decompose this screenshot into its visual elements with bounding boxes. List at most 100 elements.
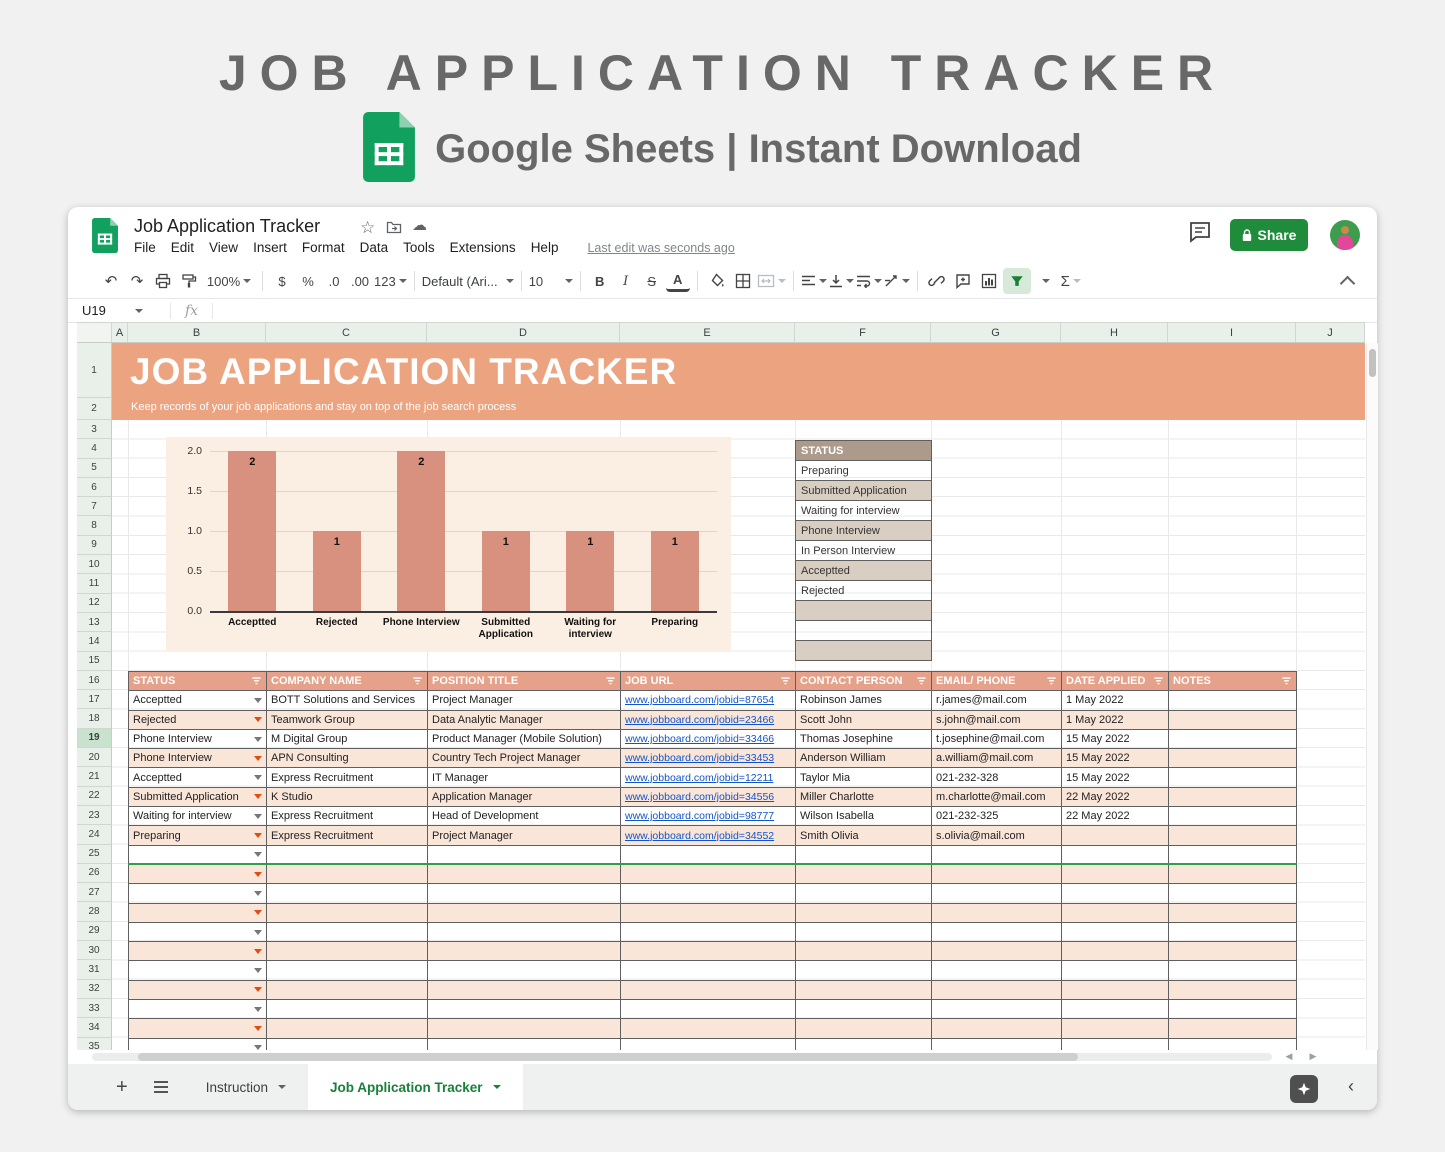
zoom-select[interactable]: 100% xyxy=(203,268,255,294)
table-cell[interactable] xyxy=(428,922,621,941)
menu-file[interactable]: File xyxy=(134,240,156,255)
horizontal-scrollbar[interactable]: ◀ ▶ xyxy=(68,1050,1377,1064)
italic-button[interactable]: I xyxy=(614,268,638,294)
menu-insert[interactable]: Insert xyxy=(253,240,287,255)
table-cell[interactable] xyxy=(129,884,267,903)
table-cell[interactable]: Smith Olivia xyxy=(796,826,932,845)
column-header-J[interactable]: J xyxy=(1296,322,1365,343)
table-cell[interactable] xyxy=(1062,980,1169,999)
table-cell[interactable] xyxy=(428,884,621,903)
job-url-link[interactable]: www.jobboard.com/jobid=33466 xyxy=(621,729,796,748)
name-box[interactable]: U19 xyxy=(68,303,170,318)
table-cell[interactable]: M Digital Group xyxy=(267,729,428,748)
table-cell[interactable] xyxy=(1062,884,1169,903)
column-header-G[interactable]: G xyxy=(931,322,1061,343)
table-column-header[interactable]: COMPANY NAME xyxy=(267,672,428,691)
row-header-32[interactable]: 32 xyxy=(77,980,112,999)
table-cell[interactable] xyxy=(1062,845,1169,864)
row-header-7[interactable]: 7 xyxy=(77,497,112,516)
table-cell[interactable]: 021-232-325 xyxy=(932,807,1062,826)
row-header-22[interactable]: 22 xyxy=(77,787,112,806)
row-header-16[interactable]: 16 xyxy=(77,671,112,690)
status-dropdown-icon[interactable] xyxy=(254,987,262,992)
column-header-E[interactable]: E xyxy=(620,322,795,343)
row-header-31[interactable]: 31 xyxy=(77,960,112,979)
table-cell[interactable] xyxy=(1062,864,1169,883)
table-cell[interactable] xyxy=(932,980,1062,999)
job-url-link[interactable]: www.jobboard.com/jobid=34556 xyxy=(621,787,796,806)
increase-decimal-button[interactable]: .00 xyxy=(348,268,372,294)
table-cell[interactable]: Preparing xyxy=(129,826,267,845)
text-wrap-icon[interactable] xyxy=(856,268,882,294)
scroll-right-icon[interactable]: ▶ xyxy=(1304,1051,1322,1063)
status-dropdown-icon[interactable] xyxy=(254,891,262,896)
table-cell[interactable] xyxy=(267,961,428,980)
legend-cell[interactable]: Preparing xyxy=(796,461,932,481)
table-cell[interactable] xyxy=(621,922,796,941)
status-dropdown-icon[interactable] xyxy=(254,968,262,973)
row-header-1[interactable]: 1 xyxy=(77,343,112,398)
table-cell[interactable]: Project Manager xyxy=(428,826,621,845)
table-cell[interactable]: Project Manager xyxy=(428,691,621,710)
table-cell[interactable] xyxy=(1169,729,1297,748)
document-title[interactable]: Job Application Tracker xyxy=(134,216,320,237)
table-cell[interactable] xyxy=(621,980,796,999)
table-cell[interactable]: Country Tech Project Manager xyxy=(428,749,621,768)
row-header-9[interactable]: 9 xyxy=(77,536,112,555)
table-cell[interactable]: Taylor Mia xyxy=(796,768,932,787)
table-cell[interactable] xyxy=(267,845,428,864)
number-format-select[interactable]: 123 xyxy=(374,268,407,294)
status-dropdown-icon[interactable] xyxy=(254,872,262,877)
sheet-tab-job-application-tracker[interactable]: Job Application Tracker xyxy=(308,1064,523,1110)
table-cell[interactable]: Teamwork Group xyxy=(267,710,428,729)
table-cell[interactable] xyxy=(1169,942,1297,961)
table-cell[interactable]: Acceptted xyxy=(129,768,267,787)
table-cell[interactable]: Express Recruitment xyxy=(267,826,428,845)
table-cell[interactable] xyxy=(796,942,932,961)
table-cell[interactable] xyxy=(1062,1038,1169,1050)
status-dropdown-icon[interactable] xyxy=(254,949,262,954)
table-cell[interactable]: 15 May 2022 xyxy=(1062,749,1169,768)
sheet-canvas[interactable]: JOB APPLICATION TRACKER Keep records of … xyxy=(112,343,1365,1050)
font-size-select[interactable]: 10 xyxy=(529,268,573,294)
sheets-logo-icon[interactable] xyxy=(92,218,118,258)
table-cell[interactable]: BOTT Solutions and Services xyxy=(267,691,428,710)
table-cell[interactable]: Thomas Josephine xyxy=(796,729,932,748)
applications-table[interactable]: STATUSCOMPANY NAMEPOSITION TITLEJOB URLC… xyxy=(128,671,1297,1050)
table-cell[interactable] xyxy=(428,1000,621,1019)
row-header-24[interactable]: 24 xyxy=(77,825,112,844)
row-header-15[interactable]: 15 xyxy=(77,652,112,671)
table-cell[interactable] xyxy=(129,980,267,999)
table-column-header[interactable]: POSITION TITLE xyxy=(428,672,621,691)
table-cell[interactable] xyxy=(796,961,932,980)
legend-cell[interactable]: Waiting for interview xyxy=(796,501,932,521)
row-header-28[interactable]: 28 xyxy=(77,902,112,921)
text-color-button[interactable]: A xyxy=(666,271,690,292)
font-select[interactable]: Default (Ari... xyxy=(422,268,514,294)
table-cell[interactable] xyxy=(621,942,796,961)
row-header-26[interactable]: 26 xyxy=(77,864,112,883)
legend-cell[interactable]: Rejected xyxy=(796,581,932,601)
share-button[interactable]: Share xyxy=(1230,219,1308,251)
table-cell[interactable] xyxy=(428,903,621,922)
table-column-header[interactable]: EMAIL/ PHONE xyxy=(932,672,1062,691)
insert-comment-icon[interactable] xyxy=(951,268,975,294)
legend-header-cell[interactable]: STATUS xyxy=(796,441,932,461)
table-cell[interactable]: IT Manager xyxy=(428,768,621,787)
table-cell[interactable] xyxy=(621,864,796,883)
print-icon[interactable] xyxy=(151,268,175,294)
table-cell[interactable] xyxy=(267,1000,428,1019)
sheet-tab-menu-icon[interactable] xyxy=(493,1085,501,1089)
job-url-link[interactable]: www.jobboard.com/jobid=87654 xyxy=(621,691,796,710)
paint-format-icon[interactable] xyxy=(177,268,201,294)
table-cell[interactable] xyxy=(932,1000,1062,1019)
table-cell[interactable] xyxy=(932,942,1062,961)
table-cell[interactable]: Wilson Isabella xyxy=(796,807,932,826)
all-sheets-icon[interactable] xyxy=(154,1081,168,1093)
format-currency-button[interactable]: $ xyxy=(270,268,294,294)
row-header-23[interactable]: 23 xyxy=(77,806,112,825)
table-cell[interactable] xyxy=(1062,1000,1169,1019)
table-cell[interactable] xyxy=(932,845,1062,864)
table-cell[interactable] xyxy=(932,961,1062,980)
table-cell[interactable] xyxy=(1169,864,1297,883)
